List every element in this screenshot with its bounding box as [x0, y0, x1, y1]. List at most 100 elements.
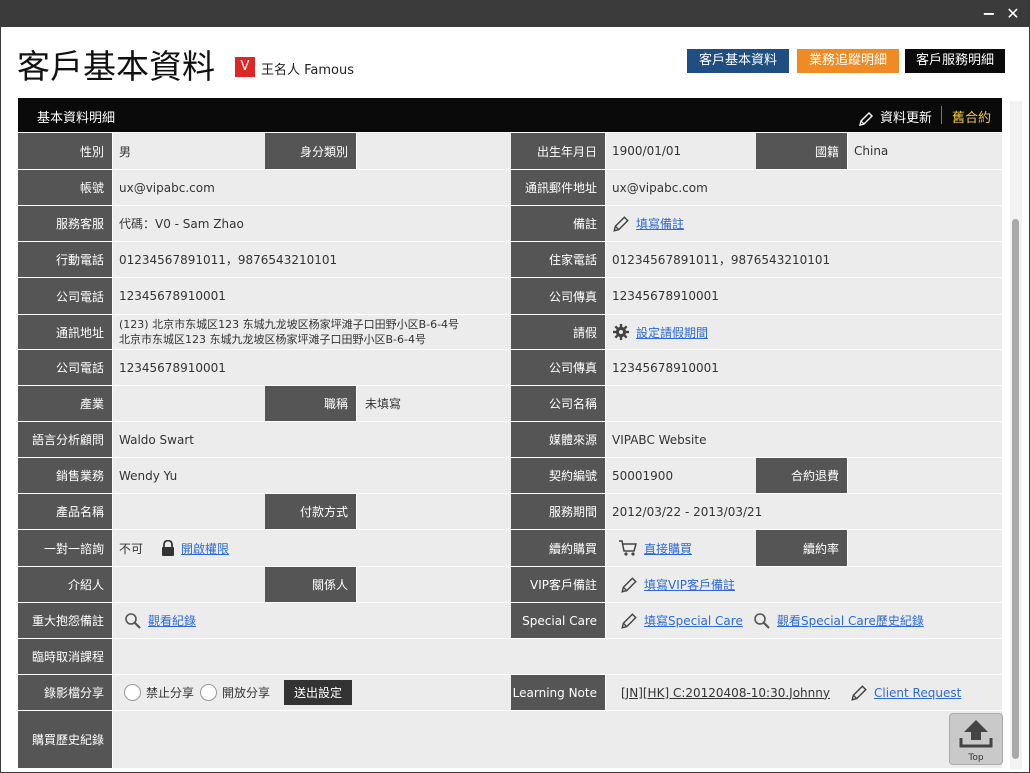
row-industry: 產業 職稱 未填寫 公司名稱: [18, 386, 1002, 422]
upload-arrow-icon: [959, 720, 993, 748]
no-share-label: 禁止分享: [146, 686, 195, 700]
learning-note-link[interactable]: [JN][HK] C:20120408-10:30.Johnny: [621, 686, 830, 700]
section-header: 基本資料明細 資料更新 舊合約: [18, 98, 1002, 132]
special-care-history-action[interactable]: 觀看Special Care歷史紀錄: [753, 603, 924, 638]
row-complaint: 重大抱怨備註 觀看紀錄 Special Care 填寫Special Care …: [18, 603, 1002, 639]
office-fax-2-value: 12345678910001: [612, 360, 719, 375]
special-care-action[interactable]: 填寫Special Care: [620, 603, 743, 638]
video-share-options: 禁止分享 開放分享 送出設定: [124, 675, 353, 710]
office-phone-label: 公司電話: [18, 278, 113, 314]
consult-permission-action[interactable]: 開啟權限: [161, 539, 229, 557]
row-consult: 一對一諮詢 不可 開啟權限 續約購買 直接購買 續約率: [18, 530, 1002, 567]
mobile-value: 01234567891011，9876543210101: [119, 253, 338, 267]
office-fax-label: 公司傳真: [511, 278, 606, 314]
radio-no-share[interactable]: [124, 684, 141, 701]
leave-action[interactable]: 設定請假期間: [612, 315, 708, 349]
note-action[interactable]: 填寫備註: [612, 206, 684, 241]
row-referrer: 介紹人 關係人 VIP客戶備註 填寫VIP客戶備註: [18, 567, 1002, 603]
complaint-link[interactable]: 觀看紀錄: [148, 612, 196, 629]
period-label: 服務期間: [511, 494, 606, 529]
pencil-icon: [613, 215, 629, 232]
consult-link[interactable]: 開啟權限: [181, 540, 229, 557]
nav-customer-info[interactable]: 客戶基本資料: [687, 49, 789, 73]
office-phone-value: 12345678910001: [119, 289, 226, 303]
office-fax-value: 12345678910001: [612, 289, 719, 303]
row-sales: 銷售業務 Wendy Yu 契約編號 50001900 合約退費: [18, 458, 1002, 494]
relation-label: 關係人: [265, 567, 357, 602]
app-window: − ✕ 客戶基本資料 V 王名人 Famous 客戶基本資料 業務追蹤明細 客戶…: [0, 0, 1030, 773]
birthday-value: 1900/01/01: [612, 144, 682, 158]
client-request-action[interactable]: Client Request: [850, 684, 961, 702]
renew-buy-label: 續約購買: [511, 530, 606, 566]
consult-value: 不可 開啟權限: [119, 530, 229, 566]
id-type-label: 身分類別: [265, 133, 357, 169]
industry-label: 產業: [18, 386, 113, 421]
back-to-top-button[interactable]: Top: [949, 713, 1003, 765]
mail-label: 通訊郵件地址: [511, 170, 606, 205]
row-address: 通訊地址 (123) 北京市东城区123 东城九龙坡区杨家坪滩子口田野小区B-6…: [18, 315, 1002, 350]
company-label: 公司名稱: [511, 386, 606, 421]
radio-open-share[interactable]: [200, 684, 218, 701]
section-title: 基本資料明細: [37, 111, 116, 126]
nationality-value: China: [854, 144, 889, 158]
office-phone-2-value: 12345678910001: [119, 360, 226, 375]
leave-link[interactable]: 設定請假期間: [636, 324, 708, 341]
renew-buy-action[interactable]: 直接購買: [618, 530, 692, 566]
magnifier-icon: [754, 612, 770, 629]
vip-note-link[interactable]: 填寫VIP客戶備註: [644, 576, 735, 593]
row-purchase-history: 購買歷史紀錄: [18, 711, 1002, 769]
minimize-button[interactable]: −: [979, 4, 999, 24]
consultant-value: Waldo Swart: [119, 432, 194, 447]
vip-note-action[interactable]: 填寫VIP客戶備註: [620, 567, 735, 602]
renew-buy-link[interactable]: 直接購買: [644, 540, 692, 557]
update-data-label: 資料更新: [880, 111, 933, 126]
row-office-phone: 公司電話 12345678910001 公司傳真 12345678910001: [18, 278, 1002, 315]
payment-label: 付款方式: [265, 494, 357, 529]
nationality-label: 國籍: [756, 133, 848, 169]
consultant-label: 語言分析顧問: [18, 422, 113, 457]
home-phone-value: 01234567891011，9876543210101: [612, 253, 831, 267]
note-link[interactable]: 填寫備註: [636, 215, 684, 232]
scrollbar-thumb[interactable]: [1012, 219, 1019, 759]
vip-badge: V: [235, 57, 255, 77]
close-button[interactable]: ✕: [1003, 4, 1023, 24]
complaint-action[interactable]: 觀看紀錄: [124, 603, 196, 638]
open-share-label: 開放分享: [222, 686, 271, 700]
leave-label: 請假: [511, 315, 606, 349]
note-label: 備註: [511, 206, 606, 241]
user-name: 王名人 Famous: [261, 63, 355, 78]
special-care-link[interactable]: 填寫Special Care: [644, 612, 743, 629]
gender-value: 男: [119, 144, 132, 159]
top-label: Top: [968, 753, 984, 763]
old-contract-link[interactable]: 舊合約: [952, 107, 991, 126]
pencil-icon: [621, 576, 637, 593]
office-fax-2-label: 公司傳真: [511, 350, 606, 385]
gear-icon: [613, 324, 629, 340]
address-label: 通訊地址: [18, 315, 113, 349]
update-data-button[interactable]: 資料更新: [858, 107, 932, 127]
row-video: 錄影檔分享 禁止分享 開放分享 送出設定 Learning Note [JN][…: [18, 675, 1002, 711]
magnifier-icon: [125, 612, 141, 629]
learning-note-value: [JN][HK] C:20120408-10:30.Johnny Client …: [621, 675, 961, 710]
account-label: 帳號: [18, 170, 113, 205]
nav-service-details[interactable]: 客戶服務明細: [905, 49, 1005, 73]
mobile-label: 行動電話: [18, 242, 113, 277]
learning-note-label: Learning Note: [511, 675, 606, 710]
contract-no-label: 契約編號: [511, 458, 606, 493]
service-value: 代碼：V0 - Sam Zhao: [119, 217, 244, 231]
client-request-link[interactable]: Client Request: [874, 686, 961, 700]
office-phone-2-label: 公司電話: [18, 350, 113, 385]
pencil-icon: [851, 684, 867, 701]
page-title: 客戶基本資料: [17, 47, 215, 86]
row-account: 帳號 ux@vipabc.com 通訊郵件地址 ux@vipabc.com: [18, 170, 1002, 206]
address-line-2: 北京市东城区123 东城九龙坡区杨家坪滩子口田野小区B-6-4号: [119, 333, 426, 346]
address-line-1: (123) 北京市东城区123 东城九龙坡区杨家坪滩子口田野小区B-6-4号: [119, 318, 460, 331]
sales-label: 銷售業務: [18, 458, 113, 493]
special-care-history-link[interactable]: 觀看Special Care歷史紀錄: [777, 612, 924, 629]
job-title-label: 職稱: [265, 386, 357, 421]
service-label: 服務客服: [18, 206, 113, 241]
row-cancel: 臨時取消課程: [18, 639, 1002, 675]
job-title-value: 未填寫: [365, 397, 402, 411]
nav-sales-tracking[interactable]: 業務追蹤明細: [797, 49, 899, 73]
submit-settings-button[interactable]: 送出設定: [284, 680, 353, 705]
